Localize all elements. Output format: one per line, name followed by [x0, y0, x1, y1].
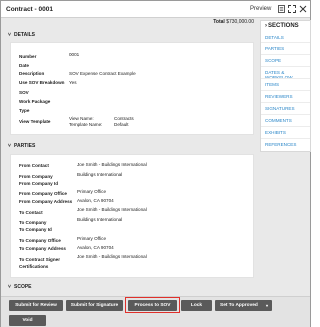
- action-toolbar: Submit for Review Submit for Signature P…: [1, 296, 310, 327]
- set-to-approved-button[interactable]: Set To Approved ▾: [215, 300, 272, 311]
- from-company-office-label: From Company Office: [19, 191, 67, 196]
- total-label: Total: [213, 19, 225, 25]
- contract-total: Total $730,000.00: [201, 19, 254, 25]
- nav-item-exhibits[interactable]: EXHIBITS: [265, 130, 286, 135]
- expand-icon[interactable]: [288, 5, 296, 13]
- submit-for-review-button[interactable]: Submit for Review: [9, 300, 63, 311]
- to-contact-value: Joe Smith - Buildings International: [77, 207, 147, 212]
- scope-section-header[interactable]: ˅ SCOPE: [8, 284, 257, 293]
- sov-label: SOV: [19, 90, 29, 95]
- contract-form: ˅ DETAILS Number 0001 Date Description SO…: [8, 27, 257, 296]
- nav-item-references[interactable]: REFERENCES: [265, 142, 296, 147]
- from-company-office-value: Primary Office: [77, 189, 107, 194]
- to-company-office-value: Primary Office: [77, 236, 107, 241]
- nav-item-reviewers[interactable]: REVIEWERS: [265, 94, 293, 99]
- from-contact-value: Joe Smith - Buildings International: [77, 162, 147, 167]
- chevron-right-icon: ›: [265, 23, 267, 29]
- to-company-office-label: To Company Office: [19, 238, 61, 243]
- title-bar: Contract - 0001 Preview: [1, 1, 310, 18]
- from-company-label: From Company: [19, 174, 53, 179]
- parties-card: From Contact Joe Smith - Buildings Inter…: [10, 154, 254, 278]
- nav-item-details[interactable]: DETAILS: [265, 35, 284, 40]
- divider: [261, 78, 310, 79]
- scrollbar[interactable]: [257, 27, 260, 296]
- details-section-header[interactable]: ˅ DETAILS: [8, 32, 257, 41]
- nav-item-items[interactable]: ITEMS: [265, 82, 279, 87]
- divider: [261, 42, 310, 43]
- close-icon[interactable]: [299, 5, 307, 13]
- nav-item-scope[interactable]: SCOPE: [265, 58, 281, 63]
- use-sov-label: Use SOV Breakdown: [19, 80, 65, 85]
- total-value: $730,000.00: [226, 19, 254, 25]
- highlight-box: [125, 297, 180, 313]
- from-company-value: Buildings International: [77, 172, 123, 177]
- to-contact-label: To Contact: [19, 210, 43, 215]
- divider: [261, 90, 310, 91]
- sections-nav: ›SECTIONS DETAILS PARTIES SCOPE DATES & …: [260, 20, 311, 152]
- nav-item-parties[interactable]: PARTIES: [265, 46, 284, 51]
- template-name-value: Default: [114, 122, 129, 127]
- set-to-approved-label: Set To Approved: [220, 303, 258, 308]
- window-title: Contract - 0001: [6, 6, 53, 13]
- void-button[interactable]: Void: [9, 315, 46, 326]
- to-company-address-value: Avalon, CA 90704: [77, 245, 114, 250]
- view-template-label: View Template: [19, 119, 51, 124]
- sections-title[interactable]: ›SECTIONS: [265, 23, 300, 29]
- submit-for-signature-button[interactable]: Submit for Signature: [66, 300, 123, 311]
- parties-section-header[interactable]: ˅ PARTIES: [8, 143, 257, 152]
- from-company-id-label: From Company Id: [19, 181, 59, 186]
- lock-button[interactable]: Lock: [181, 300, 212, 311]
- contract-window: Contract - 0001 Preview Total $730,000.0…: [0, 0, 311, 327]
- description-label: Description: [19, 71, 45, 76]
- use-sov-value: Yes: [69, 80, 77, 85]
- to-contract-signer-value: Joe Smith - Buildings International: [77, 254, 147, 259]
- preview-link[interactable]: Preview: [250, 6, 271, 12]
- to-company-address-label: To Company Address: [19, 246, 66, 251]
- document-icon[interactable]: [277, 5, 285, 13]
- number-value: 0001: [69, 52, 80, 57]
- divider: [261, 114, 310, 115]
- description-value: SOV Expense Contract Example: [69, 71, 136, 76]
- view-name-value: Contracts: [114, 116, 134, 121]
- work-package-label: Work Package: [19, 99, 51, 104]
- sections-title-text: SECTIONS: [268, 23, 299, 29]
- to-company-id-label: To Company Id: [19, 227, 52, 232]
- to-contract-signer-label: To Contract Signer: [19, 257, 61, 262]
- divider: [261, 102, 310, 103]
- to-contract-signer-label-line2: Certifications: [19, 264, 49, 269]
- nav-item-signatures[interactable]: SIGNATURES: [265, 106, 295, 111]
- scope-section-title: SCOPE: [14, 284, 32, 290]
- template-name-label: Template Name:: [69, 122, 103, 127]
- from-contact-label: From Contact: [19, 163, 49, 168]
- divider: [261, 126, 310, 127]
- dropdown-arrow-icon: ▾: [265, 303, 268, 308]
- from-company-address-label: From Company Address: [19, 199, 73, 204]
- to-company-value: Buildings International: [77, 217, 123, 222]
- details-section-title: DETAILS: [14, 32, 36, 38]
- to-company-label: To Company: [19, 220, 47, 225]
- number-label: Number: [19, 54, 37, 59]
- nav-item-comments[interactable]: COMMENTS: [265, 118, 292, 123]
- date-label: Date: [19, 63, 29, 68]
- from-company-address-value: Avalon, CA 90704: [77, 198, 114, 203]
- view-name-label: View Name:: [69, 116, 94, 121]
- divider: [261, 138, 310, 139]
- parties-section-title: PARTIES: [14, 143, 36, 149]
- type-label: Type: [19, 108, 30, 113]
- divider: [261, 66, 310, 67]
- details-card: Number 0001 Date Description SOV Expense…: [10, 42, 254, 135]
- divider: [261, 54, 310, 55]
